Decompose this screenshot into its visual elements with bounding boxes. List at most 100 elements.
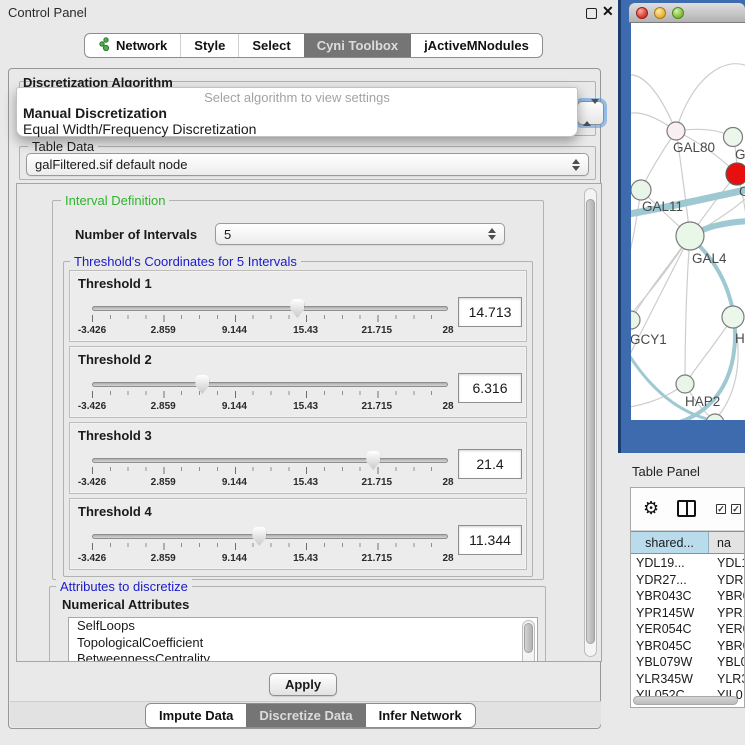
table-horizontal-scrollbar[interactable] xyxy=(633,696,738,705)
minimize-traffic-light-icon[interactable] xyxy=(654,7,666,19)
column-split-icon[interactable] xyxy=(677,500,696,517)
node-right-mid xyxy=(722,306,744,328)
list-item[interactable]: TopologicalCoefficient xyxy=(69,635,537,652)
threshold-3-slider[interactable]: -3.426 2.859 9.144 15.43 21.715 28 xyxy=(92,453,448,491)
float-window-icon[interactable] xyxy=(586,8,597,19)
numerical-attributes-label: Numerical Attributes xyxy=(62,597,189,612)
network-graph xyxy=(631,23,745,420)
table-panel-title: Table Panel xyxy=(632,464,700,479)
threshold-2-label: Threshold 2 xyxy=(78,352,152,367)
dropdown-hint-item[interactable]: Select algorithm to view settings xyxy=(17,90,577,105)
list-item[interactable]: BetweennessCentrality xyxy=(69,651,537,662)
threshold-4-card: Threshold 4 -3.426 2.859 9.144 15.43 21.… xyxy=(69,498,527,570)
slider-major-ticks xyxy=(92,543,449,550)
threshold-3-value-field[interactable]: 21.4 xyxy=(458,449,522,479)
attributes-scrollbar[interactable] xyxy=(522,620,535,662)
list-item[interactable]: SelfLoops xyxy=(69,618,537,635)
scrollbar-thumb[interactable] xyxy=(524,623,533,653)
node-gal80 xyxy=(667,122,685,140)
network-window-titlebar[interactable] xyxy=(629,3,745,23)
table-row[interactable]: YLR345WYLR3 xyxy=(631,671,745,688)
control-panel-title: Control Panel xyxy=(8,5,87,20)
table-row[interactable]: YBR043CYBR0 xyxy=(631,588,745,605)
checkbox-icon[interactable]: ✓ xyxy=(731,504,741,514)
dropdown-item-manual-discretization[interactable]: Manual Discretization xyxy=(17,105,577,121)
tab-cyni-toolbox[interactable]: Cyni Toolbox xyxy=(304,34,411,57)
settings-scrollbar[interactable] xyxy=(584,188,597,657)
scrollbar-thumb[interactable] xyxy=(586,199,595,644)
threshold-2-card: Threshold 2 -3.426 2.859 9.144 15.43 21.… xyxy=(69,346,527,418)
interval-group-title: Interval Definition xyxy=(61,193,169,208)
node-gal11 xyxy=(631,180,651,200)
slider-track[interactable] xyxy=(92,306,448,311)
close-traffic-light-icon[interactable] xyxy=(636,7,648,19)
numerical-attributes-list: SelfLoops TopologicalCoefficient Between… xyxy=(68,617,538,662)
tab-impute-data[interactable]: Impute Data xyxy=(146,704,246,727)
close-icon[interactable]: ✕ xyxy=(602,3,614,20)
table-row[interactable]: YDR27...YDR2 xyxy=(631,572,745,589)
checkbox-icon[interactable]: ✓ xyxy=(716,504,726,514)
tab-style[interactable]: Style xyxy=(180,34,238,57)
node-label: GAL4 xyxy=(692,251,727,266)
table-body: YDL19...YDL1 YDR27...YDR2 YBR043CYBR0 YP… xyxy=(631,555,745,704)
threshold-1-slider[interactable]: -3.426 2.859 9.144 15.43 21.715 28 xyxy=(92,301,448,339)
table-row[interactable]: YDL19...YDL1 xyxy=(631,555,745,572)
node-hap2 xyxy=(676,375,694,393)
network-view-canvas[interactable]: GAL80 GA C GAL11 GAL4 GCY1 H HAP2 xyxy=(631,23,745,420)
tab-discretize-data[interactable]: Discretize Data xyxy=(246,704,365,727)
table-row[interactable]: YER054CYER0 xyxy=(631,621,745,638)
node-label: H xyxy=(735,331,745,346)
table-row[interactable]: YBL079WYBL0 xyxy=(631,654,745,671)
table-row[interactable]: YBR045CYBR0 xyxy=(631,638,745,655)
table-data-group: Table Data galFiltered.sif default node xyxy=(19,146,596,180)
tab-infer-network[interactable]: Infer Network xyxy=(366,704,475,727)
tab-select[interactable]: Select xyxy=(238,34,303,57)
dropdown-item-equal-width[interactable]: Equal Width/Frequency Discretization xyxy=(17,121,577,137)
apply-button[interactable]: Apply xyxy=(269,673,337,696)
node-partial-top-right xyxy=(724,128,743,147)
threshold-1-value-field[interactable]: 14.713 xyxy=(458,297,522,327)
threshold-2-slider[interactable]: -3.426 2.859 9.144 15.43 21.715 28 xyxy=(92,377,448,415)
slider-track[interactable] xyxy=(92,534,448,539)
table-toolbar: ⚙ ✓ ✓ xyxy=(631,488,744,531)
node-red-selected xyxy=(726,163,745,185)
settings-scroll-area: Interval Definition Number of Intervals … xyxy=(16,183,602,662)
interval-definition-group: Interval Definition Number of Intervals … xyxy=(52,200,544,580)
tab-network[interactable]: Network xyxy=(85,34,180,57)
threshold-2-value-field[interactable]: 6.316 xyxy=(458,373,522,403)
attributes-group-title: Attributes to discretize xyxy=(56,579,192,594)
threshold-4-label: Threshold 4 xyxy=(78,504,152,519)
thresholds-group: Threshold's Coordinates for 5 Intervals … xyxy=(63,261,533,577)
num-intervals-combobox[interactable]: 5 xyxy=(215,223,505,245)
node-label: GAL80 xyxy=(673,140,715,155)
slider-major-ticks xyxy=(92,391,449,398)
threshold-4-value-field[interactable]: 11.344 xyxy=(458,525,522,555)
column-header-shared-name[interactable]: shared... xyxy=(631,532,709,553)
gear-icon[interactable]: ⚙ xyxy=(643,497,659,519)
node-label: C xyxy=(739,184,745,199)
slider-major-ticks xyxy=(92,467,449,474)
zoom-traffic-light-icon[interactable] xyxy=(672,7,684,19)
slider-track[interactable] xyxy=(92,458,448,463)
table-panel: ⚙ ✓ ✓ shared... na YDL19...YDL1 YDR27...… xyxy=(630,487,745,708)
column-header-name[interactable]: na xyxy=(709,532,745,553)
threshold-1-label: Threshold 1 xyxy=(78,276,152,291)
slider-track[interactable] xyxy=(92,382,448,387)
combo-arrows-icon xyxy=(572,159,580,171)
node-label: GAL11 xyxy=(642,199,683,214)
slider-major-ticks xyxy=(92,315,449,322)
algorithm-combobox[interactable] xyxy=(577,101,604,125)
threshold-4-slider[interactable]: -3.426 2.859 9.144 15.43 21.715 28 xyxy=(92,529,448,567)
table-row[interactable]: YPR145WYPR1 xyxy=(631,605,745,622)
num-intervals-label: Number of Intervals xyxy=(75,227,197,242)
table-data-combobox[interactable]: galFiltered.sif default node xyxy=(26,153,589,176)
cyni-mode-tabs: Impute Data Discretize Data Infer Networ… xyxy=(145,703,476,728)
attributes-group: Attributes to discretize Numerical Attri… xyxy=(49,586,546,662)
thresholds-group-title: Threshold's Coordinates for 5 Intervals xyxy=(70,254,301,269)
combo-arrows-icon xyxy=(488,228,496,240)
threshold-1-card: Threshold 1 -3.426 2.859 9.144 15.43 21.… xyxy=(69,270,527,342)
node-label: GCY1 xyxy=(631,332,667,347)
network-tab-icon xyxy=(98,37,111,54)
tab-jactivemnodules[interactable]: jActiveMNodules xyxy=(411,34,542,57)
node-gcy1 xyxy=(631,311,640,329)
